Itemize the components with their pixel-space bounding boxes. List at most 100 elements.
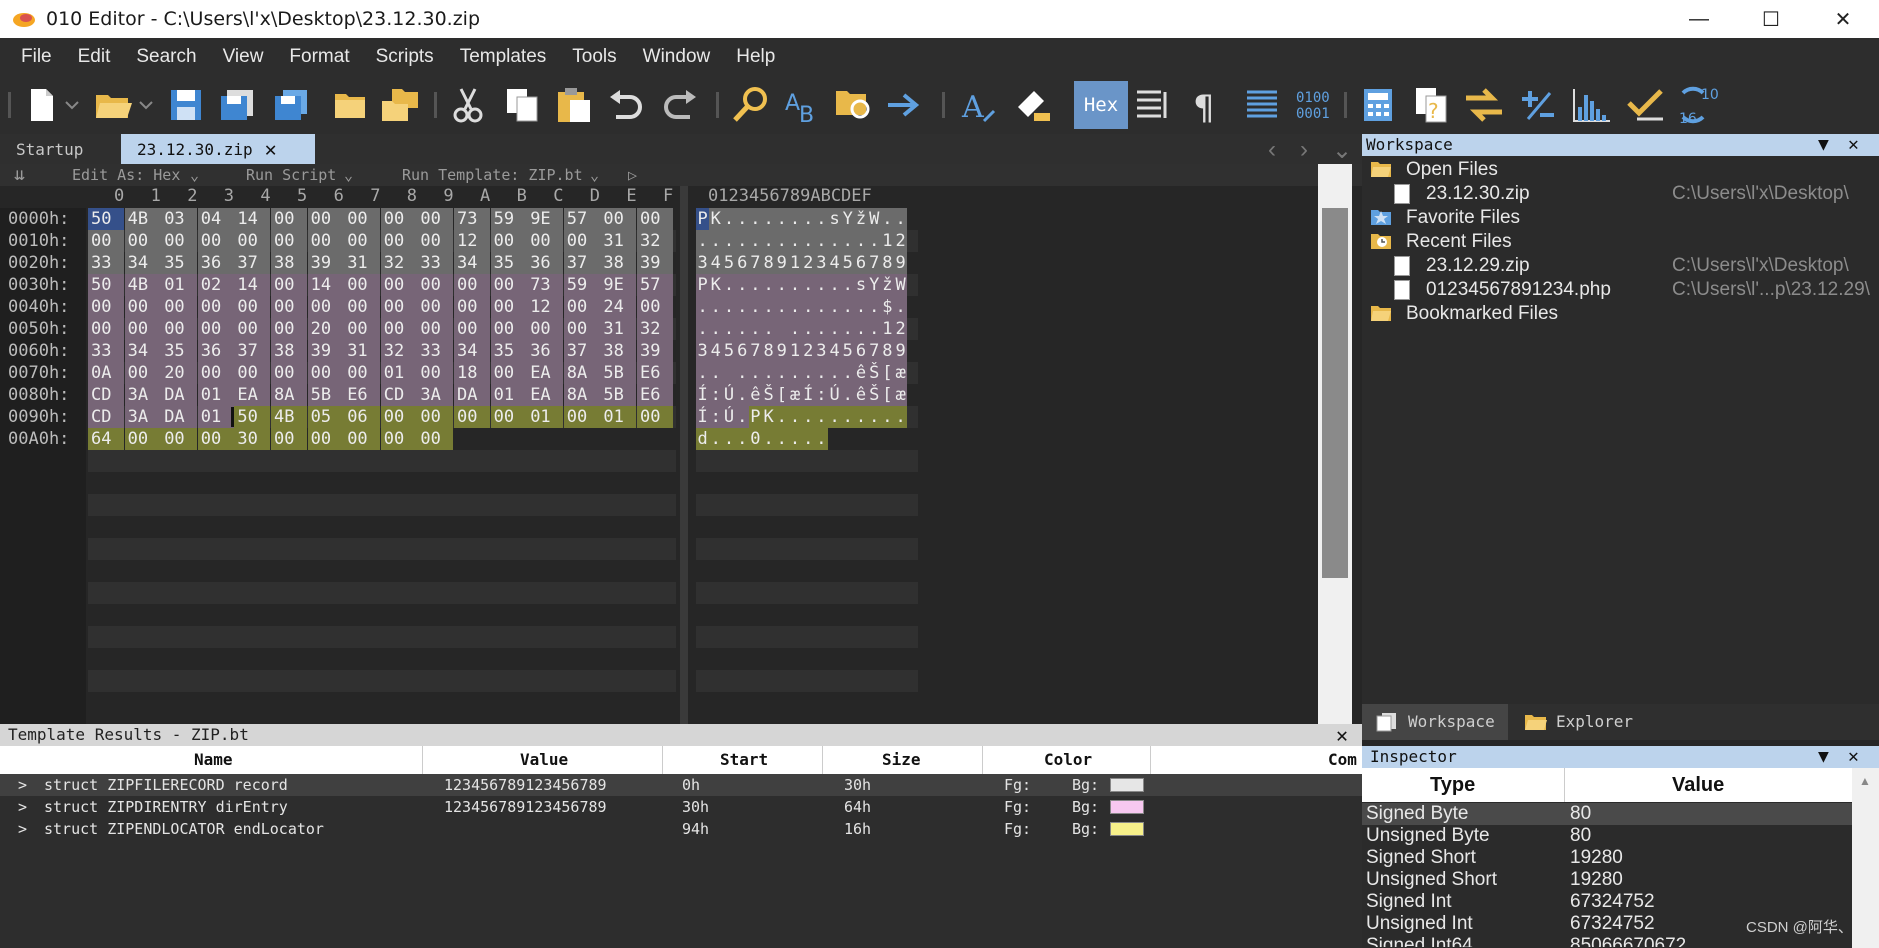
hex-byte[interactable]: 00 bbox=[161, 428, 198, 450]
columns-icon[interactable] bbox=[1132, 83, 1176, 127]
ascii-char[interactable]: ê bbox=[854, 362, 868, 384]
hex-byte[interactable]: 18 bbox=[454, 362, 490, 384]
hex-byte[interactable]: 00 bbox=[271, 362, 307, 384]
ascii-char[interactable]: : bbox=[709, 406, 723, 428]
ascii-char[interactable]: 4 bbox=[828, 252, 842, 274]
hex-byte[interactable]: 0A bbox=[88, 362, 124, 384]
hex-byte[interactable]: 00 bbox=[124, 230, 161, 252]
ascii-char[interactable]: 3 bbox=[814, 340, 828, 362]
hex-byte[interactable]: 8A bbox=[563, 362, 600, 384]
hex-byte[interactable]: 38 bbox=[600, 340, 637, 362]
hex-byte[interactable]: 00 bbox=[124, 428, 161, 450]
ascii-char[interactable]: W bbox=[867, 208, 881, 230]
ascii-char[interactable]: 3 bbox=[814, 252, 828, 274]
column-divider[interactable] bbox=[1564, 768, 1565, 802]
ascii-char[interactable]: : bbox=[814, 384, 828, 406]
ascii-char[interactable]: . bbox=[762, 208, 776, 230]
ascii-char[interactable]: 8 bbox=[762, 252, 776, 274]
ascii-char[interactable]: 2 bbox=[801, 340, 815, 362]
hex-byte[interactable]: 00 bbox=[124, 296, 161, 318]
ascii-char[interactable]: 9 bbox=[894, 252, 908, 274]
menu-scripts[interactable]: Scripts bbox=[363, 46, 447, 68]
hex-byte[interactable]: 00 bbox=[234, 296, 271, 318]
hex-byte[interactable]: 73 bbox=[454, 208, 490, 230]
color-swatch[interactable] bbox=[1110, 800, 1144, 814]
ascii-char[interactable] bbox=[775, 318, 789, 340]
ascii-char[interactable]: . bbox=[788, 230, 802, 252]
ascii-char[interactable]: . bbox=[894, 296, 908, 318]
hex-byte[interactable]: 35 bbox=[490, 252, 527, 274]
ascii-char[interactable]: 6 bbox=[735, 252, 749, 274]
hex-byte[interactable]: 3A bbox=[124, 406, 161, 428]
hex-byte[interactable]: 00 bbox=[88, 296, 124, 318]
hex-byte[interactable]: 3A bbox=[417, 384, 454, 406]
menu-format[interactable]: Format bbox=[276, 46, 362, 68]
ascii-char[interactable]: æ bbox=[894, 362, 908, 384]
hex-byte[interactable]: 00 bbox=[417, 274, 454, 296]
hex-byte[interactable]: 00 bbox=[417, 406, 454, 428]
base-convert-icon[interactable]: 10 16 bbox=[1676, 83, 1726, 127]
hex-byte[interactable]: 14 bbox=[234, 208, 271, 230]
tab-prev-icon[interactable]: ‹ bbox=[1268, 136, 1276, 164]
hex-byte[interactable]: 31 bbox=[600, 318, 637, 340]
editor-scroll-thumb[interactable] bbox=[1322, 208, 1348, 578]
inspector-row[interactable]: Signed Int 67324752 bbox=[1362, 891, 1852, 913]
run-script-dropdown[interactable]: Run Script bbox=[246, 166, 336, 184]
favorite-files-group[interactable]: Favorite Files bbox=[1406, 206, 1520, 230]
hex-byte[interactable]: CD bbox=[88, 406, 124, 428]
ascii-char[interactable]: . bbox=[775, 406, 789, 428]
hex-byte[interactable]: 00 bbox=[380, 318, 417, 340]
check-icon[interactable] bbox=[1624, 83, 1668, 127]
inspector-vertical-scrollbar[interactable]: ▲ bbox=[1852, 768, 1879, 948]
ascii-char[interactable]: Í bbox=[696, 384, 710, 406]
ascii-char[interactable]: 2 bbox=[894, 318, 908, 340]
hex-byte[interactable]: E6 bbox=[637, 384, 673, 406]
hex-byte[interactable]: 34 bbox=[454, 252, 490, 274]
ascii-char[interactable]: . bbox=[801, 274, 815, 296]
ascii-char[interactable]: . bbox=[735, 362, 749, 384]
hex-byte[interactable]: 5B bbox=[600, 362, 637, 384]
hex-byte[interactable]: 00 bbox=[234, 362, 271, 384]
hex-byte[interactable]: 8A bbox=[563, 384, 600, 406]
hex-byte[interactable]: 00 bbox=[307, 362, 344, 384]
hex-byte[interactable]: 57 bbox=[563, 208, 600, 230]
hex-byte[interactable]: 00 bbox=[454, 406, 490, 428]
hex-byte[interactable]: 39 bbox=[637, 252, 673, 274]
hex-byte[interactable]: 33 bbox=[88, 252, 124, 274]
hex-byte[interactable]: 39 bbox=[307, 252, 344, 274]
ascii-char[interactable]: . bbox=[709, 318, 723, 340]
hex-byte[interactable]: 12 bbox=[527, 296, 564, 318]
ascii-char[interactable]: 4 bbox=[709, 252, 723, 274]
column-divider[interactable] bbox=[1150, 746, 1151, 774]
hex-byte[interactable]: 00 bbox=[307, 208, 344, 230]
hex-byte[interactable]: 00 bbox=[344, 296, 381, 318]
tab-active-file[interactable]: 23.12.30.zip ✕ bbox=[121, 134, 315, 164]
pilcrow-icon[interactable]: ¶ bbox=[1184, 83, 1228, 127]
save-icon[interactable] bbox=[164, 83, 208, 127]
ascii-char[interactable]: . bbox=[828, 362, 842, 384]
hex-byte[interactable]: 33 bbox=[88, 340, 124, 362]
hex-byte[interactable]: 00 bbox=[563, 230, 600, 252]
ascii-char[interactable]: 2 bbox=[894, 230, 908, 252]
ascii-char[interactable]: . bbox=[762, 428, 776, 450]
inspector-menu-icon[interactable]: ▼ bbox=[1818, 746, 1829, 768]
hex-byte[interactable]: DA bbox=[454, 384, 490, 406]
hex-byte[interactable]: 01 bbox=[197, 406, 234, 428]
ascii-char[interactable]: . bbox=[775, 296, 789, 318]
hex-byte[interactable]: 4B bbox=[271, 406, 307, 428]
ascii-char[interactable]: Š bbox=[867, 362, 881, 384]
ascii-char[interactable]: . bbox=[788, 318, 802, 340]
find-in-files-icon[interactable] bbox=[832, 83, 876, 127]
hex-byte[interactable]: 20 bbox=[161, 362, 198, 384]
hex-byte[interactable]: 37 bbox=[563, 252, 600, 274]
ascii-char[interactable]: . bbox=[775, 208, 789, 230]
col-comment[interactable]: Com bbox=[1328, 750, 1357, 769]
hex-byte[interactable]: 8A bbox=[271, 384, 307, 406]
ascii-char[interactable]: . bbox=[735, 208, 749, 230]
ascii-char[interactable]: ž bbox=[854, 208, 868, 230]
column-divider[interactable] bbox=[662, 746, 663, 774]
ascii-char[interactable]: . bbox=[867, 296, 881, 318]
hex-byte[interactable]: 00 bbox=[271, 274, 307, 296]
ascii-char[interactable]: . bbox=[801, 362, 815, 384]
ascii-char[interactable]: . bbox=[841, 362, 855, 384]
